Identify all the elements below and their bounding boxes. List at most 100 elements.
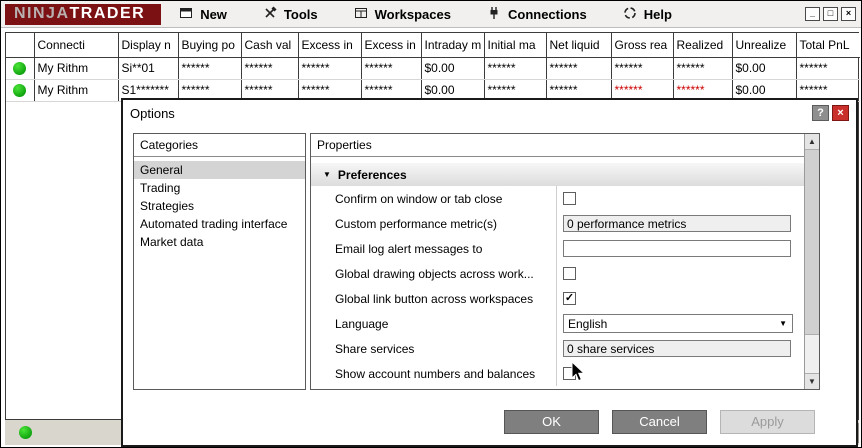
help-button[interactable]: ? <box>812 105 829 121</box>
table-cell: ****** <box>545 57 611 80</box>
table-cell: ****** <box>240 57 298 80</box>
column-header-initial-margin[interactable]: Initial ma <box>483 33 546 58</box>
setting-label: Email log alert messages to <box>335 241 483 256</box>
category-automated-trading-interface[interactable]: Automated trading interface <box>134 215 305 233</box>
column-header-intraday-margin[interactable]: Intraday m <box>420 33 484 58</box>
email-log-alert-field[interactable] <box>563 240 791 257</box>
menu-new[interactable]: New <box>179 6 227 23</box>
column-header-gross-realized[interactable]: Gross rea <box>610 33 673 58</box>
menu-new-label: New <box>200 6 227 22</box>
setting-label: Language <box>335 316 389 331</box>
column-header-connection[interactable]: Connecti <box>33 33 118 58</box>
setting-control <box>556 236 804 261</box>
new-window-icon <box>179 6 193 23</box>
column-header-buying-power[interactable]: Buying po <box>177 33 241 58</box>
confirm-close-checkbox[interactable] <box>563 192 576 205</box>
setting-row-custom-performance-metrics: Custom performance metric(s) <box>311 211 804 236</box>
plug-icon <box>487 6 501 23</box>
category-trading[interactable]: Trading <box>134 179 305 197</box>
ok-button[interactable]: OK <box>504 410 599 434</box>
properties-scrollbar[interactable]: ▲ ▼ <box>804 134 819 389</box>
category-strategies[interactable]: Strategies <box>134 197 305 215</box>
logo-ninja-text: NINJA <box>14 5 70 22</box>
properties-content: Properties ▼ Preferences Confirm on wind… <box>311 134 804 389</box>
table-cell: ****** <box>795 57 860 80</box>
account-row[interactable]: My Rithm Si**01 ****** ****** ****** ***… <box>6 57 860 80</box>
table-cell: ****** <box>672 57 732 80</box>
language-select-value: English <box>568 316 608 331</box>
apply-button[interactable]: Apply <box>720 410 815 434</box>
column-header-excess-initial[interactable]: Excess in <box>297 33 361 58</box>
setting-row-show-account-numbers: Show account numbers and balances <box>311 361 804 386</box>
table-cell: My Rithm <box>33 79 118 102</box>
category-market-data[interactable]: Market data <box>134 233 305 251</box>
column-header-unrealized[interactable]: Unrealize <box>731 33 796 58</box>
circular-arrows-icon <box>623 6 637 23</box>
setting-row-global-link-button: Global link button across workspaces ✓ <box>311 286 804 311</box>
menu-tools-label: Tools <box>283 6 318 22</box>
table-cell: $0.00 <box>731 57 796 80</box>
cancel-button[interactable]: Cancel <box>612 410 707 434</box>
menu-workspaces[interactable]: Workspaces <box>354 6 451 23</box>
setting-label: Show account numbers and balances <box>335 366 536 381</box>
global-link-button-checkbox[interactable]: ✓ <box>563 292 576 305</box>
dialog-title: Options <box>130 105 175 121</box>
dialog-title-bar[interactable]: Options ? × <box>123 100 856 126</box>
menu-tools[interactable]: Tools <box>263 5 318 23</box>
collapse-caret-icon: ▼ <box>323 170 331 179</box>
column-header-realized[interactable]: Realized <box>672 33 732 58</box>
setting-row-confirm-close: Confirm on window or tab close <box>311 186 804 211</box>
setting-label: Custom performance metric(s) <box>335 216 498 231</box>
column-header-net-liquidation[interactable]: Net liquid <box>545 33 611 58</box>
setting-control <box>556 336 804 361</box>
setting-label: Global link button across workspaces <box>335 291 534 306</box>
preferences-section-title: Preferences <box>337 167 407 182</box>
menu-connections-label: Connections <box>507 6 587 22</box>
maximize-button[interactable]: □ <box>823 7 838 21</box>
scroll-down-icon[interactable]: ▼ <box>805 373 819 389</box>
app-window: NINJA TRADER New Tools Workspaces Connect… <box>0 0 862 448</box>
ninjatrader-logo: NINJA TRADER <box>5 3 162 25</box>
categories-header: Categories <box>134 134 305 157</box>
close-dialog-button[interactable]: × <box>832 105 849 121</box>
accounts-table: Connecti Display n Buying po Cash val Ex… <box>6 33 860 102</box>
setting-control <box>556 186 804 211</box>
setting-control <box>556 361 804 386</box>
connected-status-icon <box>13 61 27 75</box>
scroll-up-icon[interactable]: ▲ <box>805 134 819 150</box>
close-window-button[interactable]: × <box>841 7 856 21</box>
categories-list: General Trading Strategies Automated tra… <box>134 157 305 251</box>
menu-connections[interactable]: Connections <box>487 6 587 23</box>
status-column-header[interactable] <box>6 33 34 58</box>
table-cell: My Rithm <box>33 57 118 80</box>
setting-row-language: Language English ▼ <box>311 311 804 336</box>
menu-help[interactable]: Help <box>623 6 672 23</box>
setting-label: Share services <box>335 341 415 356</box>
properties-header: Properties <box>311 134 804 157</box>
custom-performance-metrics-field[interactable] <box>563 215 791 232</box>
status-cell <box>6 57 34 80</box>
category-general[interactable]: General <box>134 161 305 179</box>
global-drawing-objects-checkbox[interactable] <box>563 267 576 280</box>
table-cell: ****** <box>483 57 546 80</box>
title-bar: NINJA TRADER New Tools Workspaces Connect… <box>1 1 861 28</box>
share-services-field[interactable] <box>563 340 791 357</box>
column-header-total-pnl[interactable]: Total PnL <box>795 33 860 58</box>
table-cell: Si**01 <box>117 57 178 80</box>
preferences-section-header[interactable]: ▼ Preferences <box>311 163 804 186</box>
column-header-excess-intraday[interactable]: Excess in <box>360 33 421 58</box>
menu-bar: New Tools Workspaces Connections Help <box>179 5 672 23</box>
chevron-down-icon: ▼ <box>779 319 787 328</box>
connected-status-icon <box>19 426 32 439</box>
setting-label: Global drawing objects across work... <box>335 266 534 281</box>
column-header-display-name[interactable]: Display n <box>117 33 178 58</box>
column-header-cash-value[interactable]: Cash val <box>240 33 298 58</box>
minimize-button[interactable]: _ <box>805 7 820 21</box>
tools-icon <box>263 5 277 23</box>
language-select[interactable]: English ▼ <box>563 314 793 333</box>
status-cell <box>6 79 34 102</box>
setting-control: English ▼ <box>556 311 804 336</box>
setting-row-global-drawing-objects: Global drawing objects across work... <box>311 261 804 286</box>
setting-row-share-services: Share services <box>311 336 804 361</box>
scrollbar-thumb[interactable] <box>805 150 819 335</box>
